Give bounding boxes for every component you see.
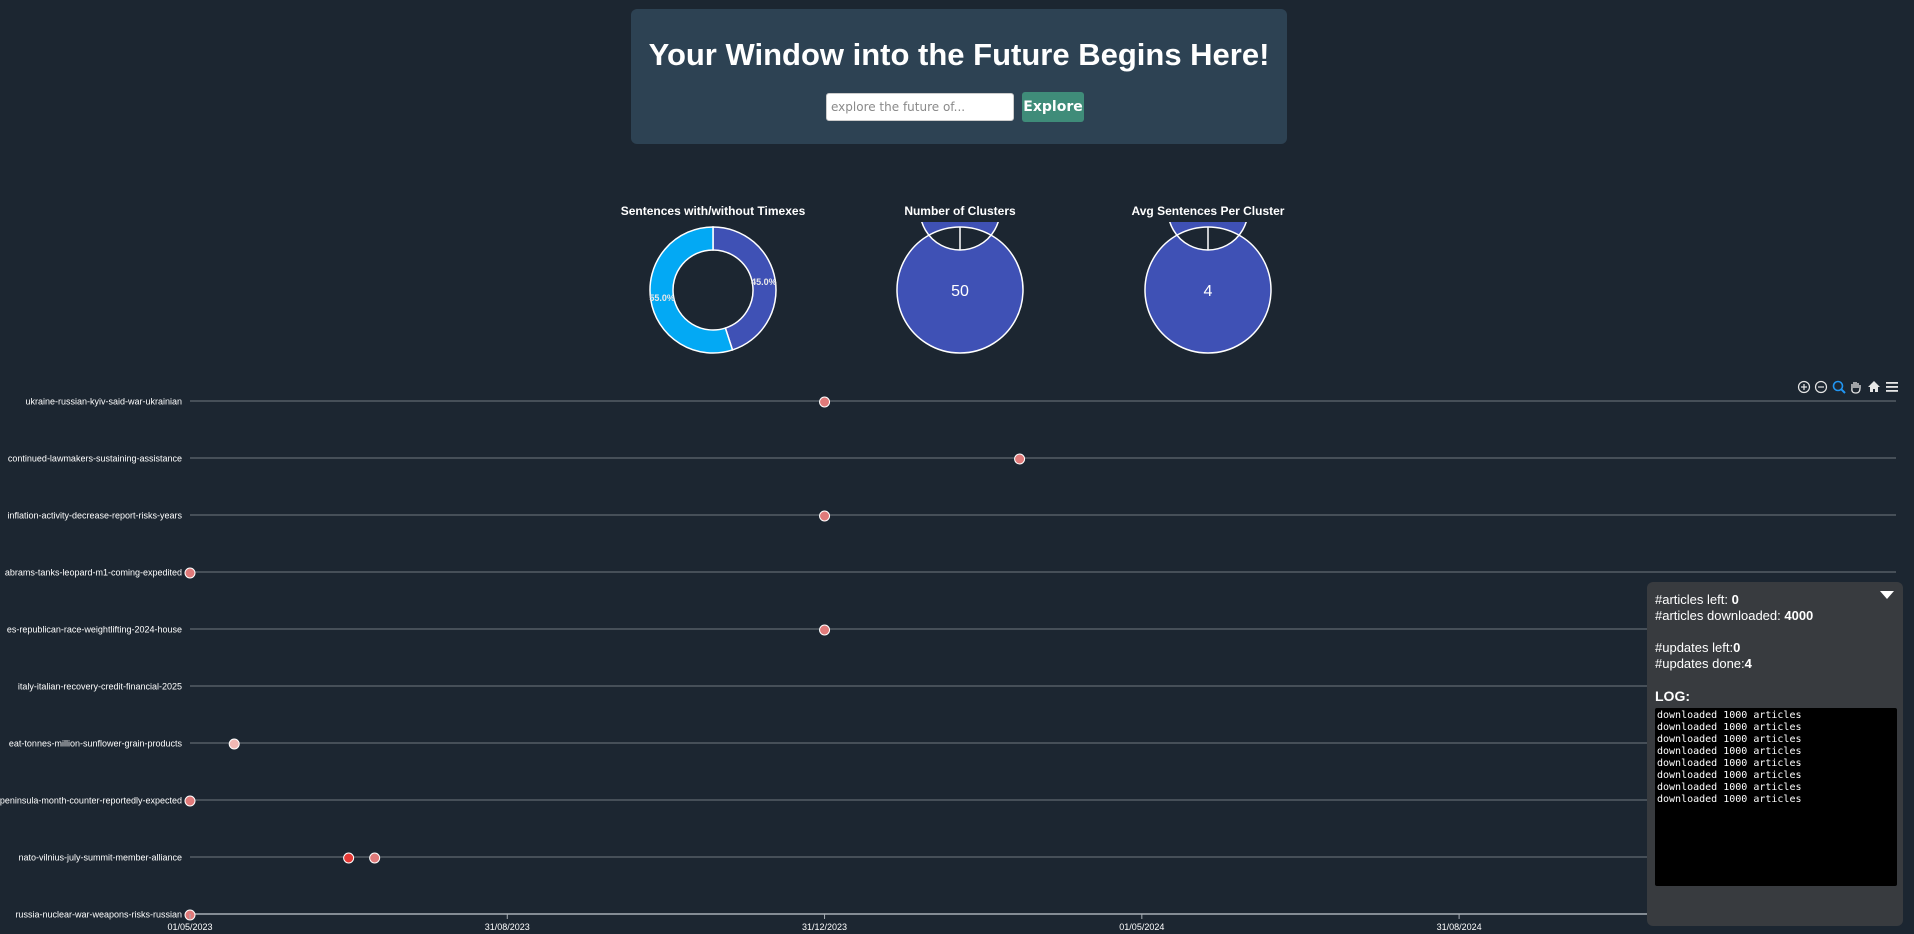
category-label: peninsula-month-counter-reportedly-expec… <box>0 796 182 806</box>
data-point[interactable] <box>1014 453 1026 465</box>
x-tick-label: 31/08/2023 <box>485 922 530 932</box>
status-log-panel: #articles left: 0 #articles downloaded: … <box>1647 582 1903 926</box>
log-line: downloaded 1000 articles <box>1657 770 1802 781</box>
search-input[interactable] <box>826 93 1014 121</box>
donut-chart-timexes: Sentences with/without Timexes 45.0% 55.0… <box>613 200 813 360</box>
donut-center-value: 4 <box>1204 283 1213 300</box>
category-label: es-republican-race-weightlifting-2024-ho… <box>7 625 182 635</box>
category-label: continued-lawmakers-sustaining-assistanc… <box>8 454 182 464</box>
page-title: Your Window into the Future Begins Here! <box>648 37 1270 72</box>
updates-done-label: #updates done: <box>1655 656 1745 671</box>
category-label: inflation-activity-decrease-report-risks… <box>7 511 182 521</box>
updates-left-label: #updates left: <box>1655 640 1734 655</box>
data-point[interactable] <box>819 624 831 636</box>
chart-title: Number of Clusters <box>904 204 1016 218</box>
slice-label: 55.0% <box>649 293 675 303</box>
category-label: ukraine-russian-kyiv-said-war-ukrainian <box>25 397 182 407</box>
category-label: italy-italian-recovery-credit-financial-… <box>18 682 182 692</box>
log-line: downloaded 1000 articles <box>1657 734 1802 745</box>
log-output[interactable]: downloaded 1000 articles downloaded 1000 … <box>1655 708 1897 886</box>
data-point[interactable] <box>228 738 240 750</box>
data-point[interactable] <box>819 510 831 522</box>
articles-left-value: 0 <box>1731 592 1739 607</box>
hero-panel: Your Window into the Future Begins Here!… <box>631 9 1287 144</box>
chart-title: Avg Sentences Per Cluster <box>1131 204 1285 218</box>
chart-title: Sentences with/without Timexes <box>620 204 806 218</box>
x-tick-label: 01/05/2024 <box>1119 922 1164 932</box>
donut-chart-avg-sentences: Avg Sentences Per Cluster 4 <box>1108 200 1308 360</box>
category-label: nato-vilnius-july-summit-member-alliance <box>18 853 182 863</box>
x-tick-label: 01/05/2023 <box>167 922 212 932</box>
log-line: downloaded 1000 articles <box>1657 746 1802 757</box>
data-point[interactable] <box>184 795 196 807</box>
updates-done-line: #updates done:4 <box>1655 656 1752 671</box>
donut-svg: 45.0% 55.0% <box>649 226 777 354</box>
articles-left-line: #articles left: 0 <box>1655 592 1739 607</box>
data-point[interactable] <box>819 396 831 408</box>
donut-center-value: 50 <box>951 283 969 300</box>
x-tick-label: 31/08/2024 <box>1437 922 1482 932</box>
updates-left-line: #updates left:0 <box>1655 640 1740 655</box>
explore-button[interactable]: Explore <box>1022 92 1084 122</box>
data-point[interactable] <box>184 567 196 579</box>
donut-svg: 4 <box>1144 222 1272 354</box>
log-line: downloaded 1000 articles <box>1657 794 1802 805</box>
articles-left-label: #articles left: <box>1655 592 1732 607</box>
donut-chart-clusters: Number of Clusters 50 <box>860 200 1060 360</box>
category-label: eat-tonnes-million-sunflower-grain-produ… <box>9 739 183 749</box>
articles-downloaded-label: #articles downloaded: <box>1655 608 1785 623</box>
log-line: downloaded 1000 articles <box>1657 782 1802 793</box>
slice-label: 45.0% <box>751 277 777 287</box>
category-label: russia-nuclear-war-weapons-risks-russian <box>15 910 182 920</box>
category-label: abrams-tanks-leopard-m1-coming-expedited <box>5 568 182 578</box>
log-line: downloaded 1000 articles <box>1657 758 1802 769</box>
data-point[interactable] <box>369 852 381 864</box>
articles-downloaded-line: #articles downloaded: 4000 <box>1655 608 1813 623</box>
updates-left-value: 0 <box>1733 640 1741 655</box>
updates-done-value: 4 <box>1744 656 1752 671</box>
articles-downloaded-value: 4000 <box>1784 608 1814 623</box>
collapse-chevron-icon[interactable] <box>1879 590 1895 600</box>
donut-svg: 50 <box>896 222 1024 354</box>
timeline-chart: ukraine-russian-kyiv-said-war-ukrainian c… <box>0 396 1896 932</box>
x-tick-label: 31/12/2023 <box>802 922 847 932</box>
log-line: downloaded 1000 articles <box>1657 710 1802 721</box>
data-point[interactable] <box>343 852 355 864</box>
log-line: downloaded 1000 articles <box>1657 722 1802 733</box>
log-title: LOG: <box>1655 688 1690 704</box>
